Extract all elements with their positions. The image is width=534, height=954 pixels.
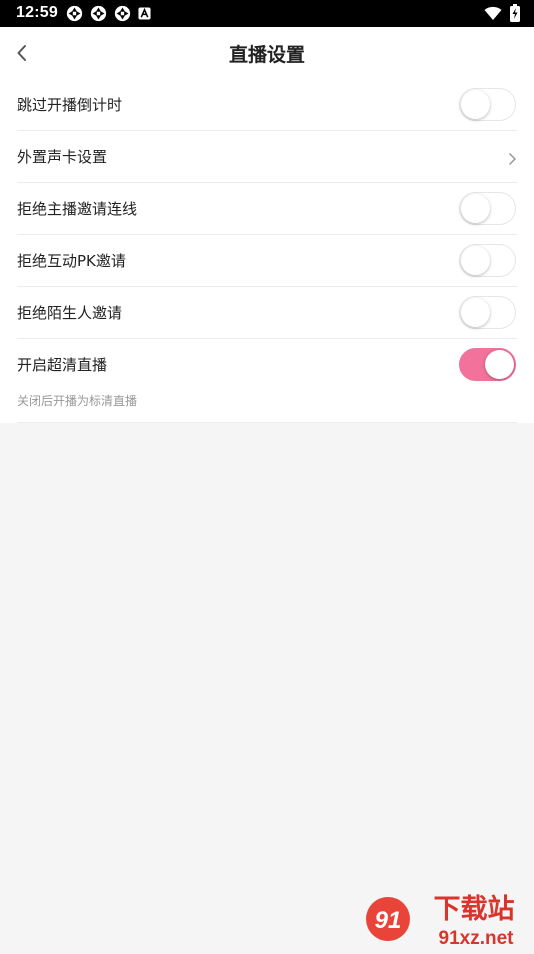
toggle-knob — [461, 246, 490, 275]
notification-icons — [66, 5, 151, 22]
settings-page: 直播设置 跳过开播倒计时 外置声卡设置 拒绝主播邀请连线 拒绝互动PK邀请 拒绝… — [0, 27, 534, 423]
wifi-icon — [484, 5, 502, 25]
watermark-title: 下载站 — [434, 894, 515, 925]
battery-charging-icon — [510, 4, 520, 26]
setting-label: 拒绝主播邀请连线 — [17, 200, 138, 218]
toggle-knob — [461, 298, 490, 327]
aperture-icon — [114, 5, 131, 22]
skip-countdown-toggle[interactable] — [459, 88, 516, 121]
nav-bar: 直播设置 — [0, 27, 534, 79]
hd-live-hint: 关闭后开播为标清直播 — [17, 394, 138, 408]
setting-row-reject-stranger-invite: 拒绝陌生人邀请 — [0, 287, 534, 339]
toggle-knob — [485, 350, 514, 379]
aperture-icon — [90, 5, 107, 22]
reject-stranger-invite-toggle[interactable] — [459, 296, 516, 329]
chevron-right-icon — [508, 151, 517, 166]
divider — [17, 422, 517, 423]
setting-label: 跳过开播倒计时 — [17, 96, 123, 114]
watermark-logo-text: 91 — [375, 907, 402, 934]
hd-live-toggle[interactable] — [459, 348, 516, 381]
setting-row-skip-countdown: 跳过开播倒计时 — [0, 79, 534, 131]
setting-label: 外置声卡设置 — [17, 148, 108, 166]
toggle-knob — [461, 90, 490, 119]
system-icons — [484, 4, 520, 26]
setting-label: 拒绝互动PK邀请 — [17, 252, 126, 270]
status-bar: 12:59 — [0, 0, 534, 27]
watermark-logo: 91 下载站 91xz.net — [362, 888, 534, 950]
watermark-url: 91xz.net — [439, 928, 515, 949]
reject-host-invite-toggle[interactable] — [459, 192, 516, 225]
a-badge-icon — [138, 7, 151, 20]
toggle-knob — [461, 194, 490, 223]
status-time: 12:59 — [16, 4, 58, 21]
reject-pk-invite-toggle[interactable] — [459, 244, 516, 277]
setting-row-external-soundcard[interactable]: 外置声卡设置 — [0, 131, 534, 183]
setting-label: 拒绝陌生人邀请 — [17, 304, 123, 322]
aperture-icon — [66, 5, 83, 22]
setting-row-reject-pk-invite: 拒绝互动PK邀请 — [0, 235, 534, 287]
setting-row-hd-live: 开启超清直播 — [0, 339, 534, 391]
setting-row-reject-host-invite: 拒绝主播邀请连线 — [0, 183, 534, 235]
setting-label: 开启超清直播 — [17, 356, 108, 374]
page-title: 直播设置 — [228, 44, 305, 66]
